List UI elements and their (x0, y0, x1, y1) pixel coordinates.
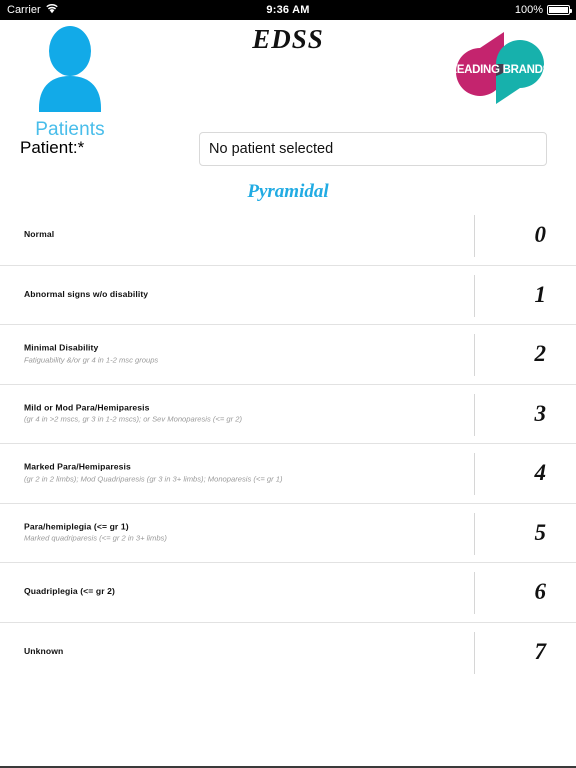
scale-row-text: Para/hemiplegia (<= gr 1) Marked quadrip… (24, 521, 444, 544)
scale-row-3[interactable]: Mild or Mod Para/Hemiparesis (gr 4 in >2… (0, 385, 576, 444)
scale-row-4[interactable]: Marked Para/Hemiparesis (gr 2 in 2 limbs… (0, 444, 576, 504)
scale-row-1[interactable]: Abnormal signs w/o disability 1 (0, 266, 576, 325)
scale-row-text: Unknown (24, 646, 444, 658)
edss-scale-list: Normal 0 Abnormal signs w/o disability 1… (0, 206, 576, 682)
scale-row-title: Abnormal signs w/o disability (24, 288, 149, 299)
scale-row-subtitle: (gr 2 in 2 limbs); Mod Quadriparesis (gr… (24, 474, 283, 484)
scale-row-title: Normal (24, 229, 55, 240)
scale-row-score: 4 (534, 460, 547, 486)
scale-row-title: Mild or Mod Para/Hemiparesis (24, 402, 150, 413)
patient-select-field[interactable]: No patient selected (199, 132, 547, 166)
scale-row-subtitle: (gr 4 in >2 mscs, gr 3 in 1-2 mscs); or … (24, 414, 242, 424)
scale-row-2[interactable]: Minimal Disability Fatiguability &/or gr… (0, 325, 576, 385)
scale-row-divider (474, 631, 475, 674)
status-bar-clock: 9:36 AM (266, 4, 310, 16)
scale-row-divider (474, 274, 475, 317)
scale-row-score: 1 (534, 281, 547, 307)
scale-row-title: Unknown (24, 646, 64, 657)
scale-row-divider (474, 393, 475, 436)
status-bar-right: 100% (514, 4, 572, 16)
scale-row-0[interactable]: Normal 0 (0, 206, 576, 266)
battery-percent-label: 100% (514, 4, 543, 16)
patient-field-label: Patient:* (20, 138, 85, 157)
scale-row-score: 7 (534, 639, 547, 665)
battery-fill (549, 7, 568, 13)
section-title-pyramidal: Pyramidal (247, 181, 329, 202)
app-root: Carrier 9:36 AM 100% Patients EDSS LEADI… (0, 0, 576, 768)
scale-row-5[interactable]: Para/hemiplegia (<= gr 1) Marked quadrip… (0, 504, 576, 563)
scale-row-score: 5 (534, 519, 547, 545)
scale-row-title: Quadriplegia (<= gr 2) (24, 586, 116, 597)
scale-row-divider (474, 572, 475, 614)
scale-row-text: Abnormal signs w/o disability (24, 289, 444, 301)
status-bar: Carrier 9:36 AM 100% (0, 0, 576, 20)
scale-row-title: Marked Para/Hemiparesis (24, 461, 131, 472)
scale-row-7[interactable]: Unknown 7 (0, 623, 576, 683)
scale-row-title: Para/hemiplegia (<= gr 1) (24, 521, 129, 532)
logo-text: LEADING BRANDS (452, 64, 548, 76)
scale-row-divider (474, 334, 475, 376)
scale-row-text: Mild or Mod Para/Hemiparesis (gr 4 in >2… (24, 402, 444, 425)
scale-row-text: Marked Para/Hemiparesis (gr 2 in 2 limbs… (24, 462, 444, 485)
scale-row-score: 0 (534, 222, 547, 248)
scale-row-score: 6 (534, 579, 547, 605)
scale-row-divider (474, 512, 475, 555)
leading-brands-logo: LEADING BRANDS (450, 28, 551, 108)
patient-select-value: No patient selected (209, 141, 334, 157)
scale-row-title: Minimal Disability (24, 342, 99, 353)
scale-row-divider (474, 215, 475, 257)
scale-row-divider (474, 453, 475, 495)
battery-icon (547, 5, 572, 15)
scale-row-text: Quadriplegia (<= gr 2) (24, 586, 444, 598)
scale-row-text: Normal (24, 229, 444, 241)
scale-row-score: 3 (534, 400, 547, 426)
scale-row-text: Minimal Disability Fatiguability &/or gr… (24, 343, 444, 366)
scale-row-6[interactable]: Quadriplegia (<= gr 2) 6 (0, 563, 576, 623)
scale-row-score: 2 (534, 341, 547, 367)
scale-row-subtitle: Fatiguability &/or gr 4 in 1-2 msc group… (24, 355, 159, 365)
scale-row-subtitle: Marked quadriparesis (<= gr 2 in 3+ limb… (24, 533, 167, 543)
